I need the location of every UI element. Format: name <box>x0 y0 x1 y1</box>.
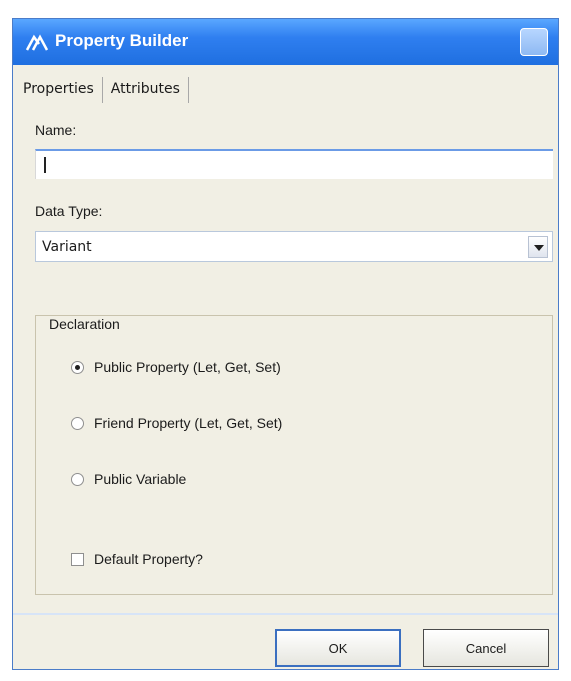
data-type-label: Data Type: <box>35 203 103 219</box>
window-title: Property Builder <box>55 31 189 50</box>
friend-property-radio[interactable]: Friend Property (Let, Get, Set) <box>71 415 282 431</box>
checkbox[interactable] <box>71 552 84 566</box>
public-property-label: Public Property (Let, Get, Set) <box>94 359 281 375</box>
radio-button[interactable] <box>71 416 84 430</box>
close-icon[interactable] <box>520 28 548 56</box>
default-property-checkbox[interactable]: Default Property? <box>71 551 203 567</box>
chevron-down-icon[interactable] <box>528 236 548 258</box>
tab-properties[interactable]: Properties <box>23 77 103 103</box>
ok-button[interactable]: OK <box>275 629 401 667</box>
app-icon <box>25 34 49 51</box>
title-bar[interactable]: Property Builder <box>13 19 558 65</box>
data-type-value: Variant <box>42 239 92 255</box>
property-builder-dialog: Property Builder Properties Attributes N… <box>12 18 559 670</box>
radio-button[interactable] <box>71 360 84 374</box>
name-input[interactable] <box>35 149 553 179</box>
declaration-legend: Declaration <box>47 316 122 332</box>
tab-attributes[interactable]: Attributes <box>103 77 189 103</box>
public-variable-label: Public Variable <box>94 471 187 487</box>
data-type-select[interactable]: Variant <box>35 231 553 262</box>
radio-button[interactable] <box>71 472 84 486</box>
public-variable-radio[interactable]: Public Variable <box>71 471 186 487</box>
divider <box>13 613 558 615</box>
text-caret <box>44 157 46 173</box>
public-property-radio[interactable]: Public Property (Let, Get, Set) <box>71 359 281 375</box>
default-property-label: Default Property? <box>94 551 203 567</box>
tab-bar: Properties Attributes <box>23 77 189 103</box>
cancel-button[interactable]: Cancel <box>423 629 549 667</box>
name-label: Name: <box>35 122 77 138</box>
friend-property-label: Friend Property (Let, Get, Set) <box>94 415 283 431</box>
